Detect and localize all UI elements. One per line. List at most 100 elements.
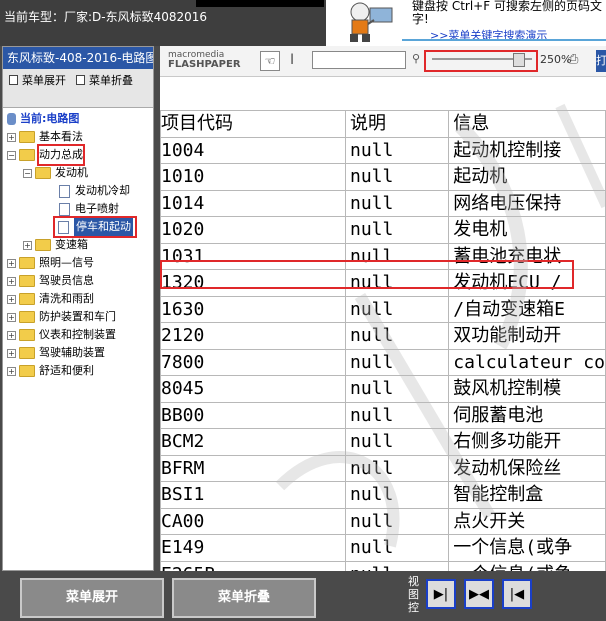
tree-current: 当前:电路图 <box>7 110 79 128</box>
table-row: 7800 null calculateur co <box>160 348 606 376</box>
computer-icon <box>7 113 16 125</box>
folder-icon <box>19 131 35 143</box>
tree-item-protection[interactable]: + 防护装置和车门 <box>7 308 116 326</box>
table-row: BSI1 null 智能控制盒 <box>160 481 606 509</box>
cell-info: 伺服蓄电池 <box>448 401 606 429</box>
cell-info: 一个信息(或争 <box>448 560 606 571</box>
print-icon[interactable]: ⎙ <box>568 52 578 67</box>
view-split-button[interactable]: ▶◀ <box>464 579 494 609</box>
expand-plus-icon[interactable]: + <box>7 258 16 268</box>
cell-code: BCM2 <box>160 428 346 456</box>
tree-item-basic[interactable]: + 基本看法 <box>7 128 83 146</box>
tree-item-efi[interactable]: 电子喷射 <box>59 200 119 218</box>
page-icon <box>58 220 69 234</box>
bottom-bar: 菜单展开 菜单折叠 视图控 ▶| ▶◀ |◀ <box>0 571 606 621</box>
menu-collapse-tool[interactable]: 菜单折叠 <box>76 72 133 88</box>
zoom-icon: ⚲ <box>412 52 421 65</box>
cell-code: 8045 <box>160 375 346 403</box>
expand-icon <box>9 75 18 85</box>
tree-item-label: 电子喷射 <box>75 202 119 215</box>
expand-plus-icon[interactable]: + <box>7 294 16 304</box>
folder-icon <box>19 275 35 287</box>
cell-desc: null <box>344 322 450 350</box>
zoom-highlight-box <box>424 50 538 72</box>
tree-item-label: 驾驶辅助装置 <box>39 346 105 359</box>
table-row: BB00 null 伺服蓄电池 <box>160 401 606 429</box>
tree-item-label: 基本看法 <box>39 130 83 143</box>
view-left-button[interactable]: |◀ <box>502 579 532 609</box>
tree-item-driving-aids[interactable]: + 驾驶辅助装置 <box>7 344 105 362</box>
logo-bottom-text: FLASHPAPER <box>168 59 241 70</box>
bottom-collapse-button[interactable]: 菜单折叠 <box>172 578 316 618</box>
cell-info: 发电机 <box>448 216 606 244</box>
top-dark-strip <box>196 0 324 7</box>
cell-code: E149 <box>160 534 346 562</box>
flashpaper-logo: macromedia FLASHPAPER <box>168 51 241 70</box>
cell-info: 智能控制盒 <box>448 481 606 509</box>
cell-desc: null <box>344 534 450 562</box>
folder-open-icon <box>19 149 35 161</box>
tree-item-comfort[interactable]: + 舒适和便利 <box>7 362 94 380</box>
cell-info: 右侧多功能开 <box>448 428 606 456</box>
tree-item-label: 停车和起动 <box>74 218 133 236</box>
collapse-minus-icon[interactable]: − <box>23 168 32 178</box>
expand-plus-icon[interactable]: + <box>7 330 16 340</box>
cell-code: E265B <box>160 560 346 571</box>
flashpaper-toolbar: macromedia FLASHPAPER ☜ I ⚲ 250% ⎙ 打 <box>160 46 606 77</box>
bottom-expand-button[interactable]: 菜单展开 <box>20 578 164 618</box>
expand-plus-icon[interactable]: + <box>7 132 16 142</box>
tree-item-instruments[interactable]: + 仪表和控制装置 <box>7 326 116 344</box>
table-row: CA00 null 点火开关 <box>160 507 606 535</box>
table-row: 1004 null 起动机控制接 <box>160 136 606 164</box>
tree-item-powertrain[interactable]: − 动力总成 <box>7 144 85 166</box>
table-row: 8045 null 鼓风机控制模 <box>160 375 606 403</box>
header-code: 项目代码 <box>160 110 346 138</box>
tree-item-lighting[interactable]: + 照明—信号 <box>7 254 94 272</box>
collapse-minus-icon[interactable]: − <box>7 150 16 160</box>
menu-collapse-label: 菜单折叠 <box>89 74 133 87</box>
tree-item-label: 驾驶员信息 <box>39 274 94 287</box>
table-header-row: 项目代码 说明 信息 <box>160 110 606 138</box>
header-info: 信息 <box>448 110 606 138</box>
tree-item-label: 仪表和控制装置 <box>39 328 116 341</box>
cell-code: BB00 <box>160 401 346 429</box>
page-icon <box>59 202 70 216</box>
cell-code: 1630 <box>160 295 346 323</box>
print-button-edge[interactable]: 打 <box>596 50 606 72</box>
hand-tool-icon[interactable]: ☜ <box>260 51 280 71</box>
expand-plus-icon[interactable]: + <box>7 348 16 358</box>
expand-plus-icon[interactable]: + <box>7 276 16 286</box>
folder-icon <box>19 365 35 377</box>
folder-icon <box>19 293 35 305</box>
menu-expand-tool[interactable]: 菜单展开 <box>9 72 66 88</box>
tree-item-wash-rain[interactable]: + 清洗和雨刮 <box>7 290 94 308</box>
cell-code: 1010 <box>160 163 346 191</box>
tree-item-driver-info[interactable]: + 驾驶员信息 <box>7 272 94 290</box>
cell-desc: null <box>344 216 450 244</box>
expand-plus-icon[interactable]: + <box>23 240 32 250</box>
text-select-icon[interactable]: I <box>290 52 294 68</box>
folder-icon <box>19 311 35 323</box>
header-desc: 说明 <box>344 110 450 138</box>
cell-code: BSI1 <box>160 481 346 509</box>
panel-title: 东风标致-408-2016-电路图 <box>3 47 153 69</box>
cell-info: /自动变速箱E <box>448 295 606 323</box>
table-row: 1630 null/自动变速箱E <box>160 295 606 323</box>
expand-plus-icon[interactable]: + <box>7 366 16 376</box>
cell-code: 7800 <box>160 348 346 376</box>
tree-item-engine-cooling[interactable]: 发动机冷却 <box>59 182 130 200</box>
table-row: 1020 null 发电机 <box>160 216 606 244</box>
tree-item-gearbox[interactable]: + 变速箱 <box>23 236 88 254</box>
view-right-button[interactable]: ▶| <box>426 579 456 609</box>
table-row: 1010 null 起动机 <box>160 163 606 191</box>
search-hint-text: 键盘按 Ctrl+F 可搜索左侧的页码文字! <box>412 0 602 26</box>
cell-info: 发动机保险丝 <box>448 454 606 482</box>
tree-item-label: 照明—信号 <box>39 256 94 269</box>
tree-item-label: 清洗和雨刮 <box>39 292 94 305</box>
tree-item-engine[interactable]: − 发动机 <box>23 164 88 182</box>
cell-info: 点火开关 <box>448 507 606 535</box>
collapse-icon <box>76 75 85 85</box>
expand-plus-icon[interactable]: + <box>7 312 16 322</box>
tree-item-stop-start[interactable]: 停车和起动 <box>53 216 137 238</box>
find-input[interactable] <box>312 51 406 69</box>
